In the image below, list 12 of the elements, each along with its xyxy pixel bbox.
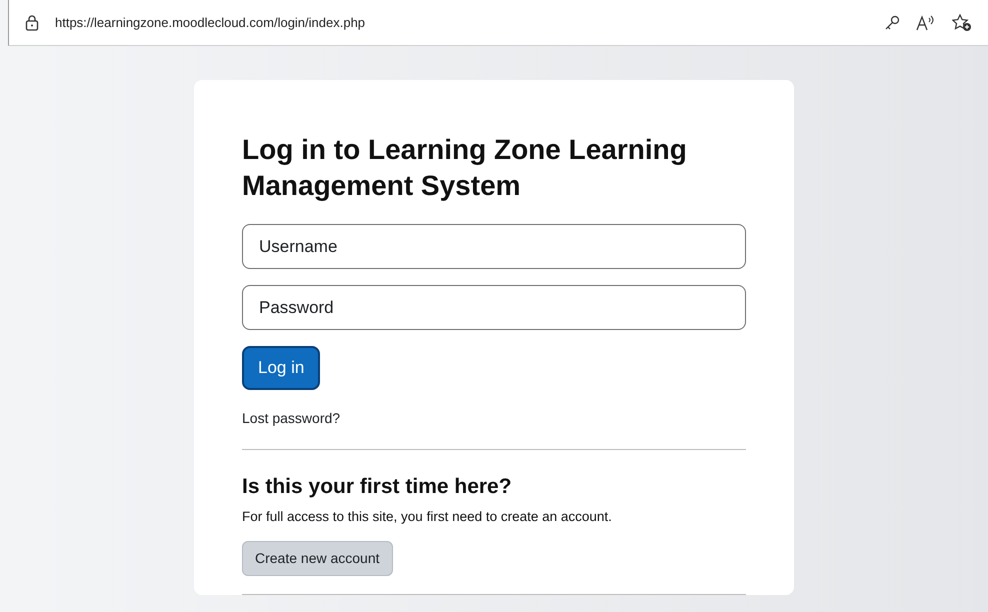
first-time-heading: Is this your first time here? [242, 474, 513, 499]
create-account-button[interactable]: Create new account [242, 541, 393, 576]
key-icon[interactable] [884, 14, 900, 30]
password-field[interactable]: Password [242, 285, 746, 330]
signup-text: For full access to this site, you first need to create an account. [242, 508, 613, 526]
username-field[interactable]: Username [242, 224, 746, 270]
login-button[interactable]: Log in [242, 346, 320, 390]
login-title: Log in to Learning Zone Learning Management System [242, 133, 688, 203]
lock-icon [25, 14, 39, 30]
read-aloud-icon[interactable] [916, 14, 936, 30]
lost-password-link[interactable]: Lost password? [242, 408, 340, 429]
star-add-icon[interactable] [952, 14, 972, 32]
